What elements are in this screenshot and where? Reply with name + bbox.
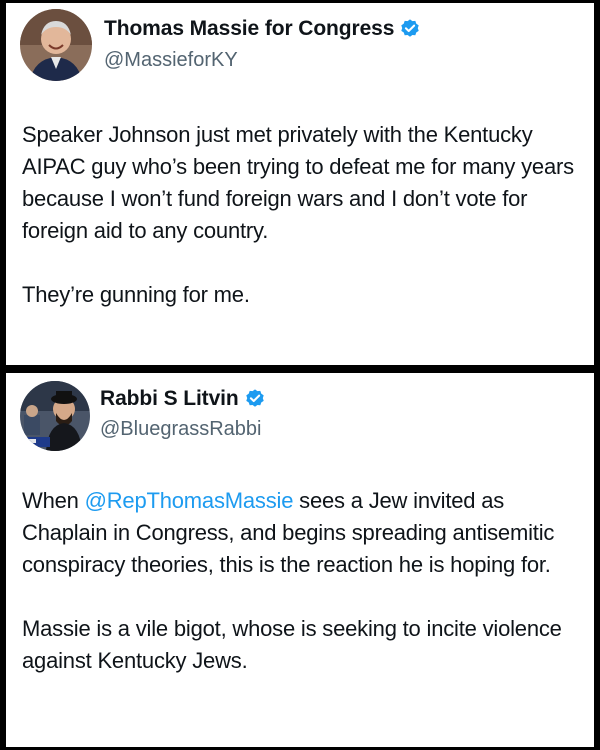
tweet-text-segment: When: [22, 488, 79, 513]
verified-badge-icon: [399, 18, 421, 40]
author-name-row: Rabbi S Litvin: [100, 387, 266, 411]
avatar-photo-icon: [20, 381, 90, 451]
tweet-card[interactable]: Rabbi S Litvin @BluegrassRabbi When @Rep…: [6, 373, 594, 747]
user-handle[interactable]: @MassieforKY: [104, 49, 238, 72]
tweet-text: Speaker Johnson just met privately with …: [22, 119, 586, 311]
avatar[interactable]: [20, 9, 92, 81]
mention-link[interactable]: @RepThomasMassie: [85, 488, 294, 513]
display-name[interactable]: Rabbi S Litvin: [100, 387, 239, 411]
tweet-paragraph: They’re gunning for me.: [22, 282, 250, 307]
tweet-paragraph: Speaker Johnson just met privately with …: [22, 122, 574, 243]
tweet-card[interactable]: Thomas Massie for Congress @MassieforKY …: [6, 3, 594, 365]
avatar-photo-icon: [20, 9, 92, 81]
tweet-text: When @RepThomasMassie sees a Jew invited…: [22, 485, 586, 677]
user-handle[interactable]: @BluegrassRabbi: [100, 418, 262, 441]
avatar[interactable]: [20, 381, 90, 451]
tweet-paragraph: Massie is a vile bigot, whose is seeking…: [22, 616, 562, 673]
screenshot-frame: Thomas Massie for Congress @MassieforKY …: [0, 0, 600, 750]
verified-badge-icon: [244, 388, 266, 410]
author-name-row: Thomas Massie for Congress: [104, 17, 421, 41]
display-name[interactable]: Thomas Massie for Congress: [104, 17, 394, 41]
tweet-paragraph: When @RepThomasMassie sees a Jew invited…: [22, 485, 586, 581]
